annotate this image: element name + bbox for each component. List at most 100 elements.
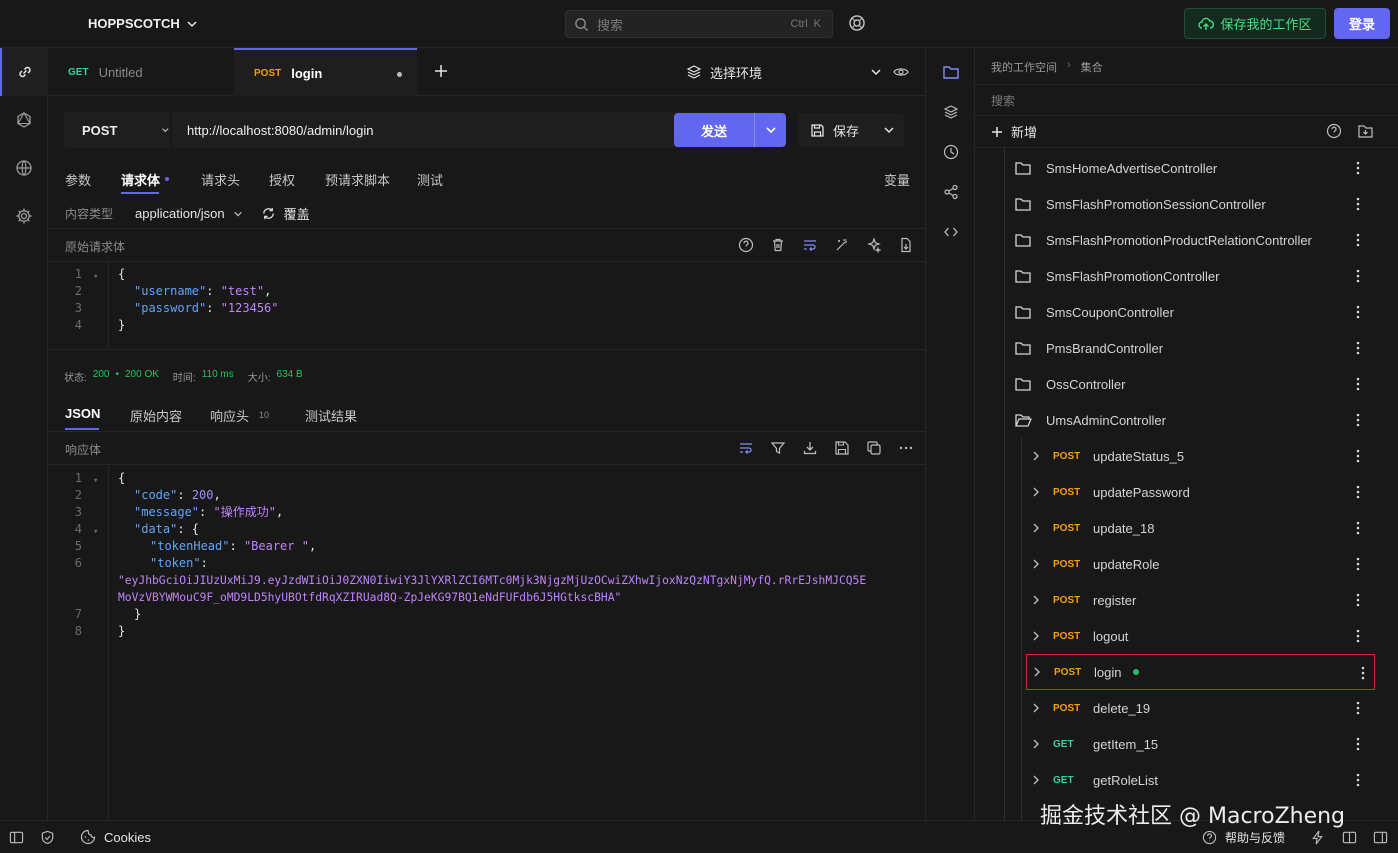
sparkles-icon[interactable] — [866, 237, 882, 253]
more-vertical-icon[interactable] — [1351, 232, 1365, 248]
tab-body[interactable]: 请求体 — [121, 170, 160, 189]
request-item[interactable]: POST updateRole — [975, 546, 1385, 582]
more-vertical-icon[interactable] — [1351, 484, 1365, 500]
more-horizontal-icon[interactable] — [898, 440, 914, 456]
import-file-icon[interactable] — [898, 237, 914, 253]
settings-nav-button[interactable] — [0, 192, 48, 240]
magic-wand-icon[interactable] — [834, 237, 850, 253]
wrap-lines-icon[interactable] — [738, 440, 754, 456]
chevron-right-icon[interactable] — [1031, 558, 1041, 570]
login-button[interactable]: 登录 — [1334, 8, 1390, 39]
shield-icon[interactable] — [40, 830, 55, 845]
more-vertical-icon[interactable] — [1351, 772, 1365, 788]
more-vertical-icon[interactable] — [1351, 700, 1365, 716]
chevron-right-icon[interactable] — [1031, 486, 1041, 498]
chevron-right-icon[interactable] — [1032, 666, 1042, 678]
chevron-right-icon[interactable] — [1031, 738, 1041, 750]
more-vertical-icon[interactable] — [1351, 376, 1365, 392]
content-type-select[interactable]: application/json — [135, 206, 243, 221]
request-item[interactable]: GET getItem_15 — [975, 726, 1385, 762]
more-vertical-icon[interactable] — [1351, 340, 1365, 356]
tab-variables[interactable]: 变量 — [884, 170, 910, 189]
more-vertical-icon[interactable] — [1356, 665, 1370, 681]
filter-icon[interactable] — [770, 440, 786, 456]
workspace-selector[interactable]: HOPPSCOTCH — [88, 16, 198, 31]
more-vertical-icon[interactable] — [1351, 628, 1365, 644]
breadcrumb-workspace[interactable]: 我的工作空间 — [991, 59, 1057, 75]
tab-authorization[interactable]: 授权 — [269, 170, 295, 189]
chevron-down-icon[interactable] — [765, 124, 777, 136]
resp-tab-headers[interactable]: 响应头 — [210, 406, 249, 425]
collection-folder[interactable]: UmsAdminController — [975, 402, 1385, 438]
collection-folder[interactable]: SmsHomeAdvertiseController — [975, 150, 1385, 186]
chevron-right-icon[interactable] — [1031, 630, 1041, 642]
more-vertical-icon[interactable] — [1351, 592, 1365, 608]
more-vertical-icon[interactable] — [1351, 268, 1365, 284]
request-body-editor[interactable]: 1 ▾ { 2 "username": "test", 3 "password"… — [48, 266, 925, 348]
tab-params[interactable]: 参数 — [65, 170, 91, 189]
more-vertical-icon[interactable] — [1351, 520, 1365, 536]
rest-nav-button[interactable] — [0, 48, 48, 96]
help-feedback-button[interactable]: 帮助与反馈 — [1202, 829, 1285, 846]
more-vertical-icon[interactable] — [1351, 304, 1365, 320]
download-icon[interactable] — [802, 440, 818, 456]
more-vertical-icon[interactable] — [1351, 556, 1365, 572]
breadcrumb-collections[interactable]: 集合 — [1081, 59, 1103, 75]
cookies-button[interactable]: Cookies — [80, 829, 151, 845]
request-item[interactable]: POST delete_19 — [975, 690, 1385, 726]
graphql-nav-button[interactable] — [0, 96, 48, 144]
request-item-selected[interactable]: POST login — [1026, 654, 1375, 690]
response-body-viewer[interactable]: 1 ▾ { 2 "code": 200, 3 "message": "操作成功",… — [48, 470, 925, 820]
help-icon[interactable] — [1326, 123, 1342, 139]
collection-folder[interactable]: SmsFlashPromotionProductRelationControll… — [975, 222, 1385, 258]
collection-folder[interactable]: SmsCouponController — [975, 294, 1385, 330]
save-button[interactable]: 保存 — [798, 113, 904, 147]
sidebar-toggle-icon[interactable] — [9, 830, 24, 845]
tab-prerequest-script[interactable]: 预请求脚本 — [325, 170, 390, 189]
eye-button[interactable] — [893, 65, 909, 79]
request-item[interactable]: POST updateStatus_5 — [975, 438, 1385, 474]
share-nav-button[interactable] — [926, 172, 976, 212]
chevron-right-icon[interactable] — [1031, 522, 1041, 534]
save-icon[interactable] — [834, 440, 850, 456]
more-vertical-icon[interactable] — [1351, 448, 1365, 464]
split-layout-icon[interactable] — [1342, 830, 1357, 845]
collection-folder[interactable]: OssController — [975, 366, 1385, 402]
wrap-lines-icon[interactable] — [802, 237, 818, 253]
collection-folder[interactable]: SmsFlashPromotionController — [975, 258, 1385, 294]
collection-folder[interactable]: PmsBrandController — [975, 330, 1385, 366]
request-item[interactable]: POST updatePassword — [975, 474, 1385, 510]
help-icon[interactable] — [738, 237, 754, 253]
more-vertical-icon[interactable] — [1351, 196, 1365, 212]
realtime-nav-button[interactable] — [0, 144, 48, 192]
support-icon[interactable] — [848, 14, 866, 32]
tab-tests[interactable]: 测试 — [417, 170, 443, 189]
copy-icon[interactable] — [866, 440, 882, 456]
request-item[interactable]: GET getRoleList — [975, 762, 1385, 798]
resp-tab-json[interactable]: JSON — [65, 406, 100, 421]
request-item[interactable]: POST register — [975, 582, 1385, 618]
more-vertical-icon[interactable] — [1351, 160, 1365, 176]
chevron-right-icon[interactable] — [1031, 594, 1041, 606]
new-tab-button[interactable] — [434, 64, 448, 78]
more-vertical-icon[interactable] — [1351, 412, 1365, 428]
send-button[interactable]: 发送 — [674, 113, 786, 147]
request-item[interactable]: POST logout — [975, 618, 1385, 654]
codegen-nav-button[interactable] — [926, 212, 976, 252]
chevron-right-icon[interactable] — [1031, 450, 1041, 462]
history-nav-button[interactable] — [926, 132, 976, 172]
resp-tab-tests[interactable]: 测试结果 — [305, 406, 357, 425]
lightning-icon[interactable] — [1311, 830, 1325, 845]
collections-nav-button[interactable] — [926, 52, 976, 92]
tab-headers[interactable]: 请求头 — [201, 170, 240, 189]
environments-nav-button[interactable] — [926, 92, 976, 132]
collection-folder[interactable]: SmsFlashPromotionSessionController — [975, 186, 1385, 222]
override-button[interactable]: 覆盖 — [261, 204, 310, 223]
save-workspace-button[interactable]: 保存我的工作区 — [1184, 8, 1326, 39]
sidebar-right-icon[interactable] — [1373, 830, 1388, 845]
chevron-right-icon[interactable] — [1031, 702, 1041, 714]
tab-untitled[interactable]: GET Untitled — [48, 48, 234, 96]
request-item[interactable]: POST update_18 — [975, 510, 1385, 546]
trash-icon[interactable] — [770, 237, 786, 253]
search-input[interactable]: 搜索 Ctrl K — [565, 10, 833, 38]
